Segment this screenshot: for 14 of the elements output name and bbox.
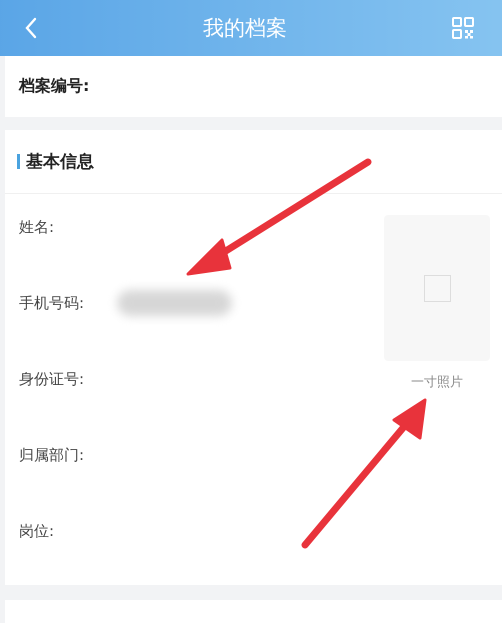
field-label: 归属部门: [19,446,84,465]
image-placeholder-icon [424,274,450,302]
field-label: 身份证号: [19,370,84,389]
field-label: 岗位: [19,522,54,541]
section-title: 基本信息 [26,151,94,173]
section-marker [17,154,20,169]
archive-number-label: 档案编号: [19,76,90,97]
page-title: 我的档案 [203,15,287,42]
field-label: 姓名: [19,218,54,237]
back-icon[interactable] [24,17,38,39]
qr-code-icon[interactable] [452,17,474,39]
photo-placeholder[interactable] [384,215,490,361]
photo-caption: 一寸照片 [411,374,463,391]
field-label: 手机号码: [19,294,84,313]
